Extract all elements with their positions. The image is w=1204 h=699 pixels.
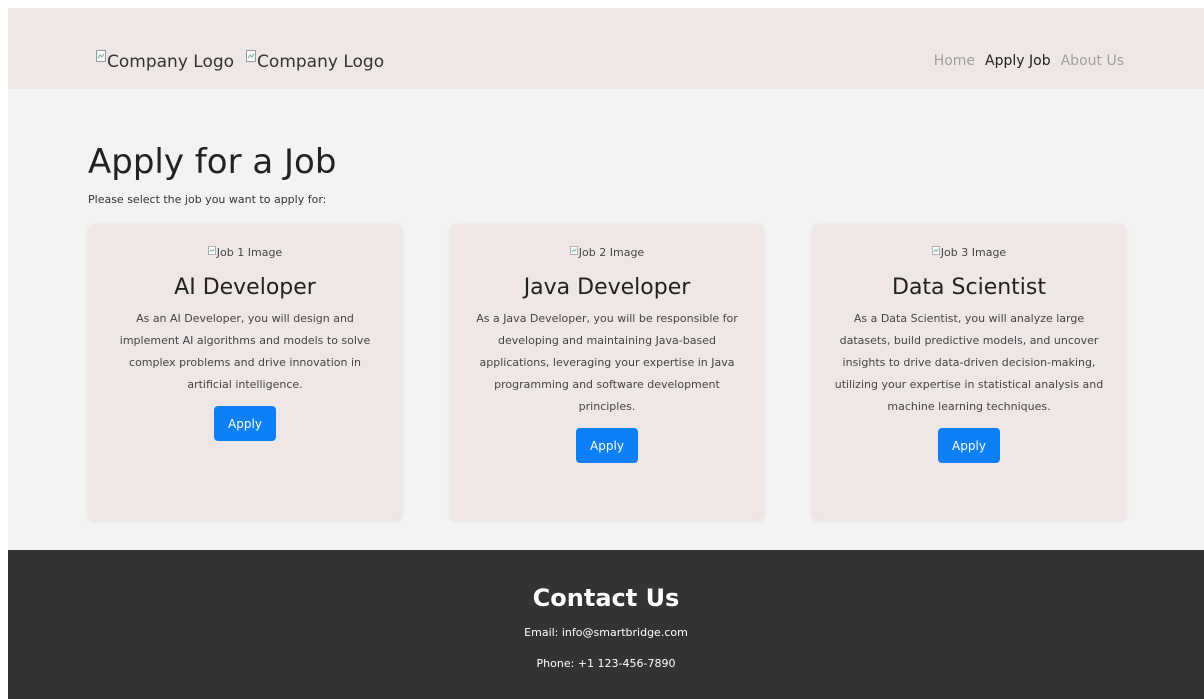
- job-image-alt: Job 1 Image: [216, 246, 283, 259]
- job-image: Job 1 Image: [208, 245, 283, 260]
- page-subtitle: Please select the job you want to apply …: [88, 193, 327, 206]
- broken-image-icon: [570, 245, 578, 255]
- site-header: Company Logo Company Logo Home Apply Job…: [8, 8, 1204, 89]
- main-nav: Home Apply Job About Us: [934, 52, 1124, 70]
- company-logo-alt: Company Logo: [107, 52, 235, 72]
- nav-link-about-us[interactable]: About Us: [1061, 52, 1124, 70]
- job-title: Java Developer: [523, 274, 691, 300]
- job-image-alt: Job 2 Image: [578, 246, 645, 259]
- job-card-ai-developer: Job 1 Image AI Developer As an AI Develo…: [88, 224, 402, 520]
- company-logo-alt: Company Logo: [257, 52, 385, 72]
- nav-link-apply-job[interactable]: Apply Job: [985, 52, 1051, 70]
- broken-image-icon: [246, 50, 257, 62]
- job-description: As an AI Developer, you will design and …: [119, 311, 371, 391]
- job-card-data-scientist: Job 3 Image Data Scientist As a Data Sci…: [812, 224, 1126, 520]
- job-image-alt: Job 3 Image: [940, 246, 1007, 259]
- broken-image-icon: [932, 245, 940, 255]
- job-description: As a Java Developer, you will be respons…: [476, 311, 738, 413]
- job-card-java-developer: Job 2 Image Java Developer As a Java Dev…: [450, 224, 764, 520]
- contact-phone[interactable]: Phone: +1 123-456-7890: [8, 657, 1204, 671]
- job-title: AI Developer: [174, 274, 316, 300]
- site-footer: Contact Us Email: info@smartbridge.com P…: [8, 550, 1204, 699]
- job-title: Data Scientist: [892, 274, 1046, 300]
- company-logo[interactable]: Company Logo: [96, 50, 235, 72]
- company-logo[interactable]: Company Logo: [246, 50, 385, 72]
- logo-group: Company Logo Company Logo: [96, 50, 385, 72]
- nav-link-home[interactable]: Home: [934, 52, 975, 70]
- job-image: Job 3 Image: [932, 245, 1007, 260]
- job-image: Job 2 Image: [570, 245, 645, 260]
- page-title: Apply for a Job: [88, 142, 337, 182]
- broken-image-icon: [208, 245, 216, 255]
- apply-button[interactable]: Apply: [576, 427, 638, 463]
- apply-button[interactable]: Apply: [214, 405, 276, 441]
- job-description: As a Data Scientist, you will analyze la…: [834, 311, 1104, 413]
- footer-title: Contact Us: [532, 584, 680, 612]
- apply-button[interactable]: Apply: [938, 427, 1000, 463]
- page: Company Logo Company Logo Home Apply Job…: [8, 8, 1204, 699]
- broken-image-icon: [96, 50, 106, 62]
- contact-email[interactable]: Email: info@smartbridge.com: [8, 626, 1204, 640]
